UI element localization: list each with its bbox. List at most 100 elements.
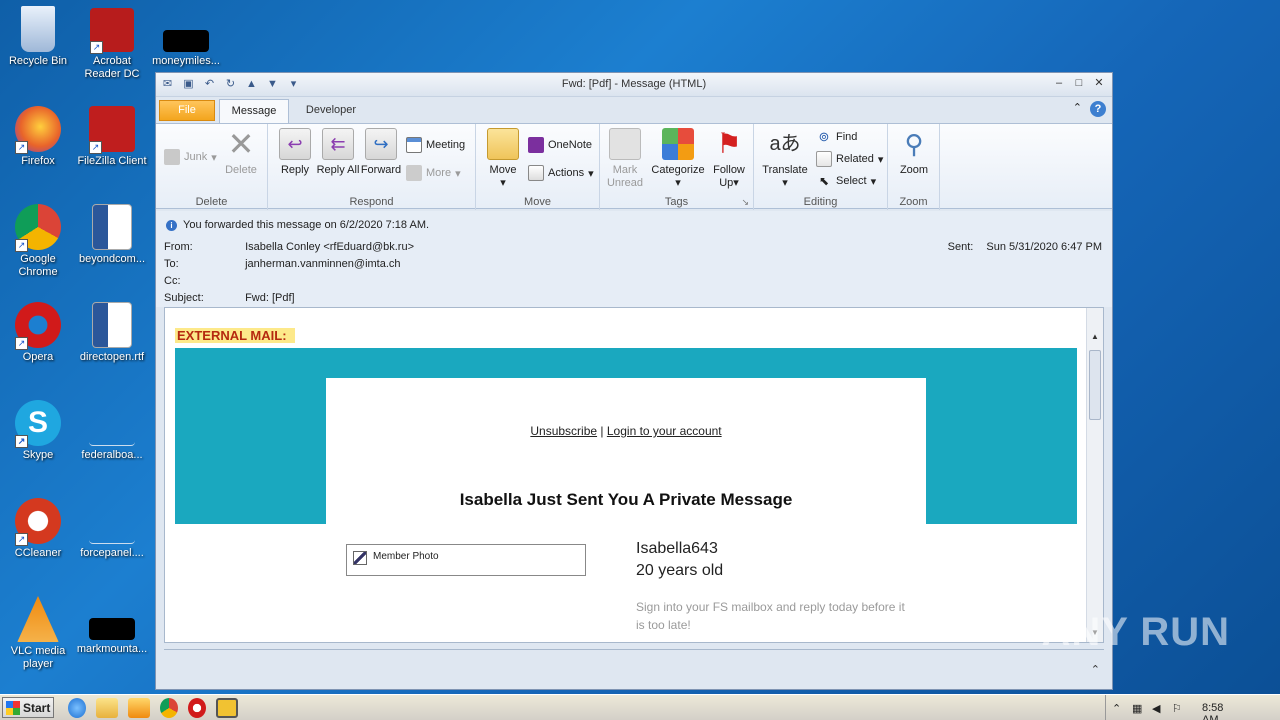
desktop-icon-ccleaner[interactable]: ↗ CCleaner — [0, 498, 76, 560]
reply-icon: ↩ — [279, 128, 311, 160]
vertical-scrollbar[interactable]: ▲ ▼ — [1086, 308, 1103, 642]
reply-button[interactable]: ↩ Reply — [272, 128, 318, 177]
sender-address[interactable]: Isabella Conley <rfEduard@bk.ru> — [245, 241, 414, 253]
tab-developer[interactable]: Developer — [294, 99, 368, 123]
more-icon — [406, 165, 422, 181]
network-icon[interactable]: ▦ — [1132, 702, 1144, 715]
dialog-launcher-icon[interactable]: ↘ — [741, 197, 749, 208]
chrome-taskbar-icon[interactable] — [160, 698, 178, 718]
taskbar-apps — [68, 698, 238, 718]
follow-up-button[interactable]: ⚑ Follow Up▾ — [706, 128, 752, 190]
zoom-button[interactable]: ⚲ Zoom — [891, 128, 937, 177]
reply-all-icon: ⇇ — [322, 128, 354, 160]
minimize-ribbon-icon[interactable]: ⌃ — [1073, 101, 1082, 117]
desktop-icon-federalboa[interactable]: federalboa... — [74, 400, 150, 462]
sent-row: Sent: Sun 5/31/2020 6:47 PM — [947, 241, 1102, 253]
desktop-icon-acrobat[interactable]: ↗ Acrobat Reader DC — [74, 8, 150, 81]
onenote-button[interactable]: OneNote — [528, 136, 592, 154]
translate-button[interactable]: aあ Translate ▾ — [758, 128, 812, 190]
message-body[interactable]: EXTERNAL MAIL: Unsubscribe | Login to yo… — [164, 307, 1104, 643]
actions-button[interactable]: Actions ▾ — [528, 164, 594, 182]
move-folder-icon — [487, 128, 519, 160]
acrobat-icon: ↗ — [90, 8, 134, 54]
scroll-up-icon[interactable]: ▲ — [1089, 332, 1101, 344]
related-icon — [816, 151, 832, 167]
sent-date: Sun 5/31/2020 6:47 PM — [986, 241, 1102, 253]
desktop-icon-chrome[interactable]: ↗ Google Chrome — [0, 204, 76, 279]
member-photo[interactable]: Member Photo — [346, 544, 586, 576]
tab-message[interactable]: Message — [219, 99, 289, 123]
desktop-icon-opera[interactable]: ↗ Opera — [0, 302, 76, 364]
clock[interactable]: 8:58 AM — [1202, 702, 1223, 720]
recipient-address[interactable]: janherman.vanminnen@imta.ch — [245, 258, 400, 270]
more-button[interactable]: More ▾ — [406, 164, 461, 182]
word-document-icon — [92, 204, 132, 250]
file-icon — [89, 498, 135, 544]
categorize-button[interactable]: Categorize ▾ — [650, 128, 706, 190]
scroll-thumb[interactable] — [1089, 350, 1101, 420]
move-group: Move ▾ OneNote Actions ▾ Move — [476, 124, 600, 210]
reading-pane-divider — [164, 649, 1104, 651]
expand-people-pane-icon[interactable]: ⌃ — [1091, 663, 1100, 676]
shortcut-arrow-icon: ↗ — [15, 533, 28, 546]
find-button[interactable]: ⊚ Find — [816, 128, 858, 146]
vlc-icon — [17, 596, 59, 642]
tags-group: Mark Unread Categorize ▾ ⚑ Follow Up▾ Tag… — [600, 124, 754, 210]
translate-icon: aあ — [769, 133, 801, 155]
binoculars-icon: ⊚ — [818, 129, 830, 144]
outlook-taskbar-icon[interactable] — [216, 698, 238, 718]
recycle-bin-icon — [21, 6, 55, 52]
show-hidden-icons-icon[interactable]: ⌃ — [1112, 702, 1124, 715]
file-icon — [163, 30, 209, 52]
desktop-icon-filezilla[interactable]: ↗ FileZilla Client — [74, 106, 150, 168]
top-links: Unsubscribe | Login to your account — [530, 424, 722, 438]
help-icon[interactable]: ? — [1090, 101, 1106, 117]
onenote-icon — [528, 137, 544, 153]
calendar-icon — [406, 137, 422, 153]
login-link[interactable]: Login to your account — [607, 424, 722, 438]
maximize-icon[interactable]: □ — [1072, 77, 1086, 90]
desktop-icon-skype[interactable]: S ↗ Skype — [0, 400, 76, 462]
desktop-icon-markmounta[interactable]: markmounta... — [74, 618, 150, 656]
desktop-icon-beyondcom[interactable]: beyondcom... — [74, 204, 150, 266]
related-button[interactable]: Related ▾ — [816, 150, 883, 168]
explorer-folder-icon[interactable] — [96, 698, 118, 718]
select-button[interactable]: ⬉ Select ▾ — [816, 172, 876, 190]
desktop-icon-forcepanel[interactable]: forcepanel.... — [74, 498, 150, 560]
editing-group: aあ Translate ▾ ⊚ Find Related ▾ ⬉ Select ▾ … — [754, 124, 888, 210]
reply-all-button[interactable]: ⇇ Reply All — [315, 128, 361, 177]
junk-button[interactable]: Junk ▾ — [164, 148, 217, 166]
opera-taskbar-icon[interactable] — [188, 698, 206, 718]
close-icon[interactable]: ✕ — [1092, 77, 1106, 90]
delete-group: Junk ▾ ✕ Delete Delete — [156, 124, 268, 210]
action-center-icon[interactable]: ⚐ — [1172, 702, 1184, 715]
desktop-icon-moneymiles[interactable]: moneymiles... — [148, 30, 224, 68]
meeting-button[interactable]: Meeting — [406, 136, 465, 154]
mark-unread-button[interactable]: Mark Unread — [602, 128, 648, 190]
volume-icon[interactable]: ◀ — [1152, 702, 1164, 715]
broken-image-icon — [353, 551, 367, 565]
from-row: From: Isabella Conley <rfEduard@bk.ru> — [164, 241, 414, 253]
move-button[interactable]: Move ▾ — [480, 128, 526, 190]
desktop-icon-directopen[interactable]: directopen.rtf — [74, 302, 150, 364]
minimize-icon[interactable]: – — [1052, 77, 1066, 90]
message-window: ✉ ▣ ↶ ↻ ▲ ▼ ▾ Fwd: [Pdf] - Message (HTML… — [155, 72, 1113, 690]
file-icon — [89, 400, 135, 446]
desktop-icon-vlc[interactable]: VLC media player — [0, 596, 76, 671]
ribbon-tabs: File Message Developer ⌃ ? — [156, 97, 1112, 123]
age: 20 years old — [636, 562, 724, 579]
start-button[interactable]: Start — [2, 697, 54, 718]
ccleaner-icon: ↗ — [15, 498, 61, 546]
desktop-icon-recycle-bin[interactable]: Recycle Bin — [0, 6, 76, 68]
info-icon: i — [166, 219, 177, 231]
desktop-icon-firefox[interactable]: ↗ Firefox — [0, 106, 76, 168]
watermark: ANY RUN — [1041, 610, 1230, 654]
zoom-group: ⚲ Zoom Zoom — [888, 124, 940, 210]
delete-button[interactable]: ✕ Delete — [218, 128, 264, 177]
internet-explorer-icon[interactable] — [68, 698, 86, 718]
windows-logo-icon — [6, 700, 20, 715]
unsubscribe-link[interactable]: Unsubscribe — [530, 424, 597, 438]
forward-button[interactable]: ↪ Forward — [358, 128, 404, 177]
tab-file[interactable]: File — [159, 100, 215, 121]
media-player-icon[interactable] — [128, 698, 150, 718]
